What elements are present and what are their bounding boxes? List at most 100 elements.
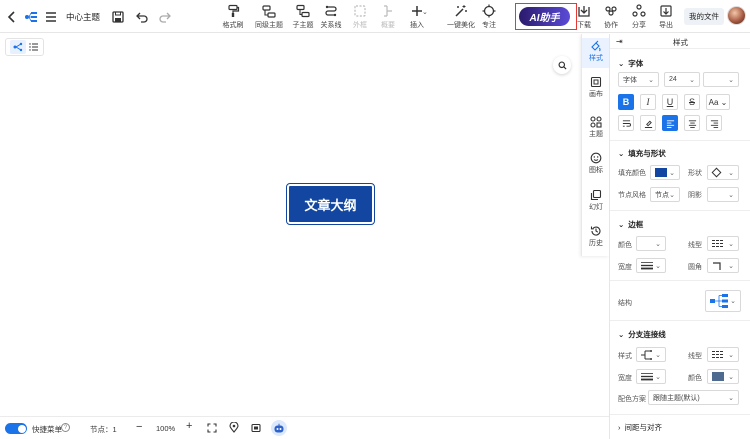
- my-files-button[interactable]: 我的文件: [684, 8, 724, 25]
- border-width-select[interactable]: ⌄: [636, 258, 666, 273]
- font-size-select[interactable]: 24 ⌄: [664, 72, 700, 87]
- corner-radius-label: 圆角: [688, 264, 702, 271]
- location-icon[interactable]: [229, 422, 239, 433]
- focus-button[interactable]: 专注: [472, 4, 506, 30]
- fill-section-header[interactable]: ⌄ 填充与形状: [618, 148, 666, 159]
- chevron-down-icon: ⌄: [730, 298, 736, 305]
- font-family-select[interactable]: 字体 ⌄: [618, 72, 659, 87]
- zoom-in-button[interactable]: +: [186, 420, 192, 432]
- border-section-header[interactable]: ⌄ 边框: [618, 219, 643, 230]
- side-tab-history[interactable]: 历史: [582, 225, 610, 248]
- sibling-topic-icon: [262, 5, 276, 18]
- focus-label: 专注: [482, 22, 496, 29]
- zoom-out-button[interactable]: −: [136, 421, 142, 433]
- side-tab-emoji[interactable]: 图标: [582, 152, 610, 175]
- font-color-select[interactable]: ⌄: [703, 72, 739, 87]
- avatar[interactable]: [727, 6, 746, 25]
- help-icon[interactable]: ?: [61, 423, 70, 432]
- collaborate-button[interactable]: 协作: [598, 4, 624, 30]
- download-button[interactable]: 下载: [573, 4, 595, 30]
- fit-screen-icon[interactable]: [207, 423, 217, 433]
- chevron-down-icon: ⌄: [618, 220, 625, 229]
- side-tab-theme[interactable]: 主题: [582, 116, 610, 139]
- bottom-bar: 快捷菜单 ? 节点：1 − 100% +: [0, 416, 609, 439]
- side-tabs: 样式 画布 主题 图标 幻灯 历史: [581, 34, 610, 256]
- line-type-icon: [712, 351, 724, 358]
- fill-color-select[interactable]: ⌄: [650, 165, 680, 180]
- border-color-label: 颜色: [618, 242, 632, 249]
- branch-width-select[interactable]: ⌄: [636, 369, 666, 384]
- side-tab-slides[interactable]: 幻灯: [582, 189, 610, 212]
- mindmap-canvas[interactable]: [0, 34, 581, 416]
- mindmap-logo-icon[interactable]: [24, 10, 38, 24]
- corner-radius-select[interactable]: ⌄: [707, 258, 739, 273]
- border-color-select[interactable]: ⌄: [636, 236, 666, 251]
- focus-icon: [482, 4, 496, 18]
- assistant-robot-icon[interactable]: [271, 420, 287, 436]
- structure-select[interactable]: ⌄: [705, 290, 741, 312]
- side-tab-style[interactable]: 样式: [582, 40, 610, 63]
- menu-icon[interactable]: [44, 10, 58, 24]
- redo-icon[interactable]: [158, 10, 172, 24]
- text-case-button[interactable]: Aa ⌄: [706, 94, 730, 110]
- italic-button[interactable]: I: [640, 94, 656, 110]
- align-right-icon[interactable]: [706, 115, 722, 131]
- branch-section-header[interactable]: ⌄ 分支连接线: [618, 329, 666, 340]
- node-style-value: 节点: [655, 191, 669, 199]
- back-icon[interactable]: [5, 10, 19, 24]
- outline-box-icon: [354, 5, 366, 17]
- border-section-title: 边框: [628, 220, 644, 229]
- align-section-title: 间距与对齐: [624, 423, 663, 432]
- export-button[interactable]: 导出: [653, 4, 679, 30]
- format-painter-button[interactable]: 格式刷: [216, 4, 250, 30]
- insert-button[interactable]: 插入: [400, 4, 434, 30]
- border-line-type-select[interactable]: ⌄: [707, 236, 739, 251]
- fill-color-label: 填充颜色: [618, 170, 646, 177]
- undo-icon[interactable]: [135, 10, 149, 24]
- highlight-icon[interactable]: [640, 115, 656, 131]
- minimap-icon[interactable]: [251, 423, 261, 433]
- central-topic[interactable]: 文章大纲: [286, 183, 375, 225]
- doc-title[interactable]: 中心主题: [66, 11, 100, 23]
- view-toggle: [5, 38, 44, 56]
- insert-chevron-down-icon[interactable]: ⌄: [422, 8, 428, 16]
- outline-view-icon[interactable]: [29, 42, 39, 52]
- panel-title: 样式: [673, 38, 688, 47]
- align-section-header[interactable]: › 间距与对齐: [618, 422, 662, 433]
- quick-menu-toggle[interactable]: [5, 423, 27, 434]
- top-toolbar: 中心主题 格式刷 同级主题 子主题 关系线 外框 概要 插入 ⌄ 一键美化 专注…: [0, 0, 750, 33]
- branch-style-select[interactable]: ⌄: [636, 347, 666, 362]
- align-center-icon[interactable]: [684, 115, 700, 131]
- search-icon[interactable]: [553, 56, 571, 74]
- bold-button[interactable]: B: [618, 94, 634, 110]
- branch-line-type-select[interactable]: ⌄: [707, 347, 739, 362]
- relationship-label: 关系线: [320, 22, 342, 29]
- font-section-title: 字体: [628, 59, 644, 68]
- wrap-text-icon[interactable]: [618, 115, 634, 131]
- beautify-label: 一键美化: [447, 22, 475, 29]
- save-icon[interactable]: [111, 10, 125, 24]
- border-width-label: 宽度: [618, 264, 632, 271]
- align-left-icon[interactable]: [662, 115, 678, 131]
- zoom-level: 100%: [156, 424, 176, 433]
- structure-icon: [710, 294, 728, 308]
- underline-button[interactable]: U: [662, 94, 678, 110]
- font-section-header[interactable]: ⌄ 字体: [618, 58, 643, 69]
- strikethrough-button[interactable]: S: [684, 94, 700, 110]
- side-tab-style-label: 样式: [589, 55, 603, 62]
- ai-assistant-button[interactable]: AI助手: [519, 7, 570, 26]
- branch-color-select[interactable]: ⌄: [707, 369, 739, 384]
- slides-icon: [590, 189, 602, 201]
- node-style-select[interactable]: 节点 ⌄: [650, 187, 680, 202]
- share-button[interactable]: 分享: [626, 4, 652, 30]
- fill-color-swatch: [655, 168, 667, 177]
- sibling-topic-button[interactable]: 同级主题: [252, 4, 286, 30]
- chevron-down-icon: ⌄: [728, 170, 734, 177]
- chevron-down-icon: ⌄: [655, 374, 661, 381]
- mindmap-view-icon[interactable]: [9, 40, 26, 54]
- color-scheme-select[interactable]: 跟随主题(默认) ⌄: [648, 390, 739, 405]
- side-tab-canvas[interactable]: 画布: [582, 76, 610, 99]
- shadow-select[interactable]: ⌄: [707, 187, 739, 202]
- line-width-icon: [641, 262, 653, 270]
- shape-select[interactable]: ⌄: [707, 165, 739, 180]
